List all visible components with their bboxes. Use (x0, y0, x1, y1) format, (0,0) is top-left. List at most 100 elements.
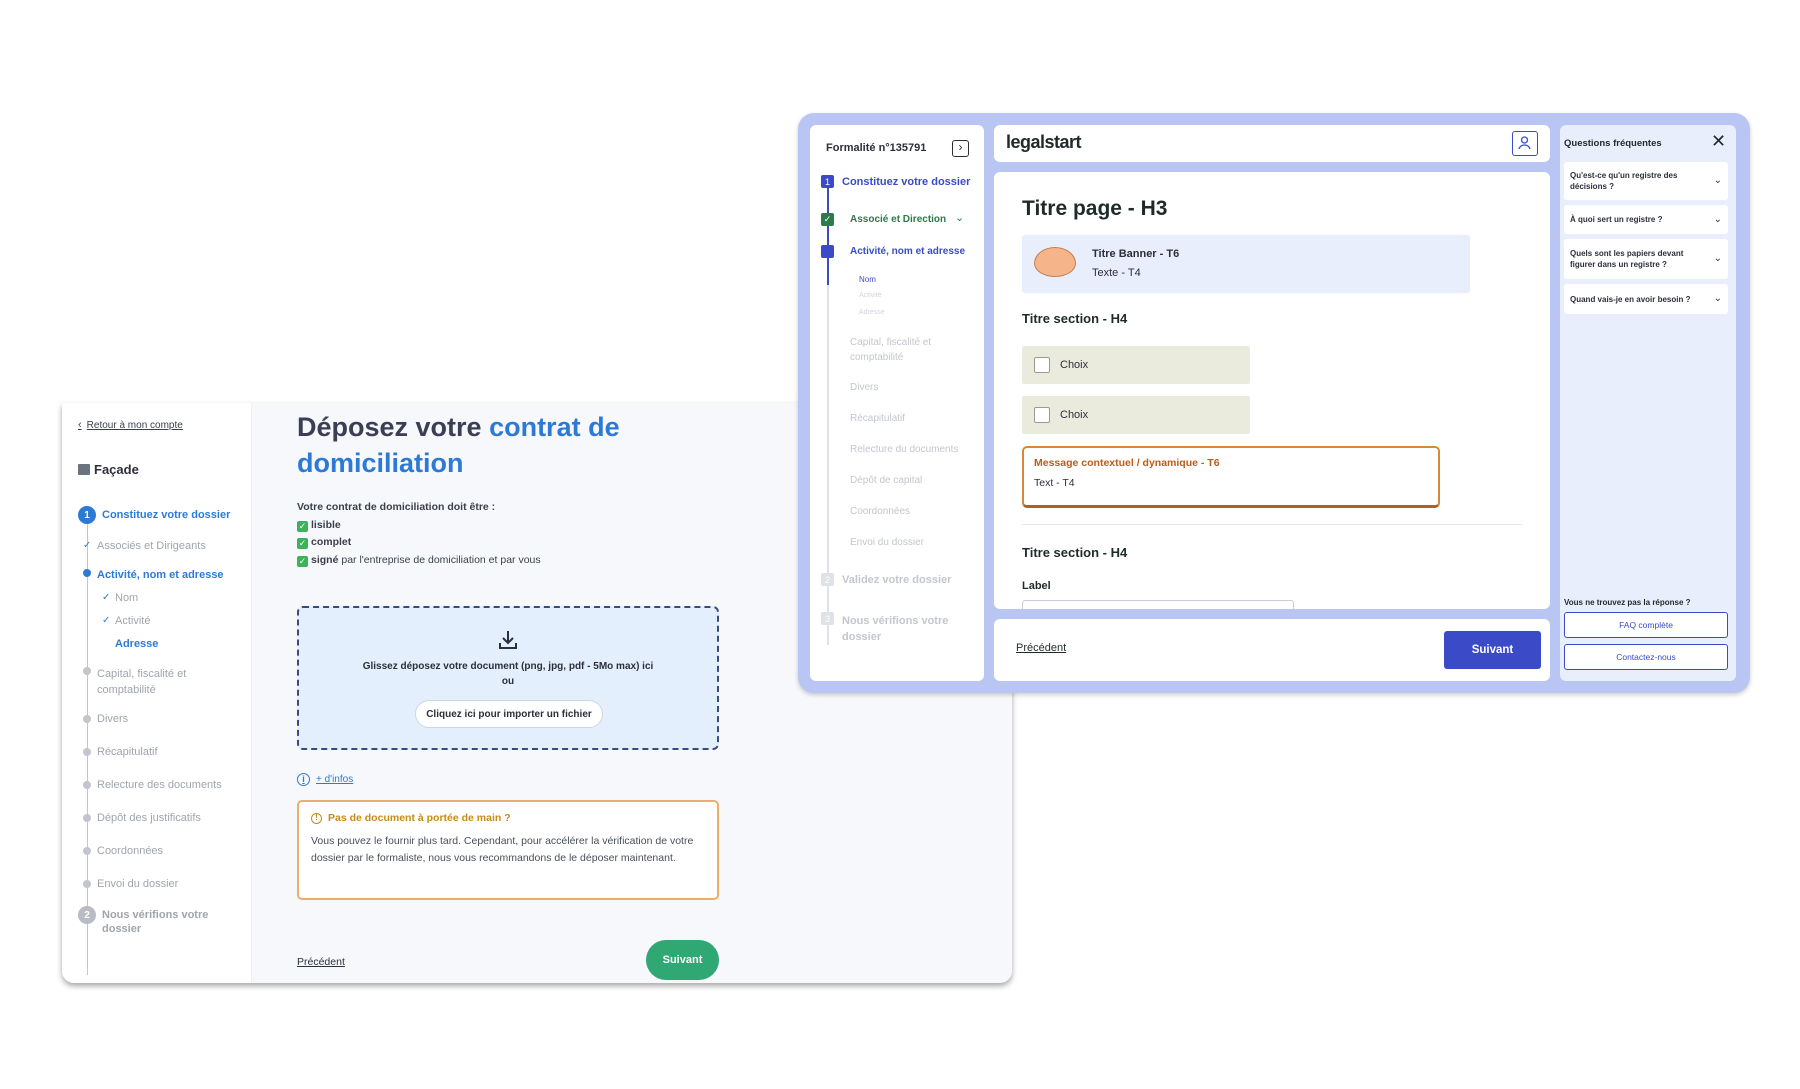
contact-button[interactable]: Contactez-nous (1564, 644, 1728, 670)
current-step-marker (821, 245, 834, 258)
section-title: Titre section - H4 (1022, 545, 1128, 560)
user-icon[interactable] (1512, 131, 1538, 156)
substep-nom[interactable]: Nom (859, 275, 876, 284)
legalstart-logo[interactable]: legalstart (1006, 132, 1082, 153)
substep-activite[interactable]: Activité (859, 292, 882, 299)
warning-box: ! Pas de document à portée de main ? Vous… (297, 800, 719, 900)
checkbox[interactable] (1034, 407, 1050, 423)
front-screen: Formalité n°135791 › 1 Constituez votre … (798, 113, 1750, 693)
faq-item[interactable]: À quoi sert un registre ? ⌄ (1564, 205, 1728, 234)
step-constituez[interactable]: Constituez votre dossier (842, 176, 970, 188)
checkbox[interactable] (1034, 357, 1050, 373)
file-dropzone[interactable]: Glissez déposez votre document (png, jpg… (297, 606, 719, 750)
banner-text: Texte - T4 (1092, 267, 1141, 279)
back-to-account-link[interactable]: ‹ Retour à mon compte (78, 419, 183, 431)
step-number-2: 2 (78, 906, 96, 924)
step-coordonnees[interactable]: Coordonnées (97, 845, 163, 857)
faq-item[interactable]: Quels sont les papiers devant figurer da… (1564, 239, 1728, 279)
formality-sidebar: Formalité n°135791 › 1 Constituez votre … (810, 125, 984, 681)
checkmark-icon: ✓ (297, 520, 308, 532)
step-capital[interactable]: Capital, fiscalité et comptabilité (850, 335, 968, 365)
step-depot[interactable]: Dépôt des justificatifs (97, 812, 201, 824)
step-activite-nom-adresse[interactable]: Activité, nom et adresse (850, 246, 965, 257)
step-associe-direction[interactable]: Associé et Direction (850, 214, 946, 225)
banner-card: Titre Banner - T6 Texte - T4 (1022, 235, 1470, 293)
import-file-button[interactable]: Cliquez ici pour importer un fichier (415, 700, 603, 728)
step-verification[interactable]: Nous vérifions votre dossier (102, 908, 222, 936)
info-icon: i (297, 773, 310, 786)
collapse-chevron-icon[interactable]: › (952, 140, 969, 157)
step-number-1: 1 (78, 506, 96, 524)
step-dot (83, 748, 91, 756)
step-dot (83, 667, 91, 675)
warning-body: Vous pouvez le fournir plus tard. Cepend… (311, 835, 694, 864)
requirements-block: Votre contrat de domiciliation doit être… (297, 499, 541, 569)
faq-title: Questions fréquentes (1564, 138, 1662, 149)
next-button[interactable]: Suivant (1444, 631, 1541, 669)
checkmark-icon: ✓ (297, 538, 308, 549)
page-title: Titre page - H3 (1022, 197, 1168, 220)
checkmark-icon: ✓ (297, 555, 308, 567)
step-activite-nom-adresse[interactable]: Activité, nom et adresse (97, 569, 224, 581)
step-divers[interactable]: Divers (850, 382, 878, 393)
substep-nom[interactable]: Nom (115, 592, 138, 604)
requirement-item: ✓ lisible (297, 518, 341, 532)
app-header: legalstart (994, 125, 1550, 162)
section-title: Titre section - H4 (1022, 311, 1128, 326)
choice-option[interactable]: Choix (1022, 346, 1250, 384)
step-capital[interactable]: Capital, fiscalité et comptabilité (97, 666, 227, 698)
step-relecture[interactable]: Relecture du documents (850, 444, 958, 455)
text-input[interactable] (1022, 600, 1294, 609)
step-nous-verifions[interactable]: Nous vérifions votre dossier (842, 613, 972, 645)
step-dot (83, 715, 91, 723)
warning-title: Pas de document à portée de main ? (328, 812, 511, 824)
substep-adresse[interactable]: Adresse (115, 638, 158, 650)
chevron-down-icon: ⌄ (1713, 175, 1722, 186)
step-depot-capital[interactable]: Dépôt de capital (850, 475, 922, 486)
chevron-down-icon: ⌄ (1713, 293, 1722, 304)
check-icon: ✓ (821, 213, 834, 226)
requirements-intro: Votre contrat de domiciliation doit être… (297, 501, 496, 513)
stepper-line (827, 285, 829, 645)
faq-item[interactable]: Qu'est-ce qu'un registre des décisions ?… (1564, 162, 1728, 200)
choice-option[interactable]: Choix (1022, 396, 1250, 434)
drop-or: ou (501, 676, 515, 687)
banner-title: Titre Banner - T6 (1092, 248, 1180, 260)
check-icon: ✓ (83, 540, 92, 551)
faq-full-button[interactable]: FAQ complète (1564, 612, 1728, 638)
footer-bar: Précédent Suivant (994, 619, 1550, 681)
faq-item[interactable]: Quand vais-je en avoir besoin ? ⌄ (1564, 284, 1728, 314)
previous-link[interactable]: Précédent (1016, 642, 1066, 654)
main-content: Titre page - H3 Titre Banner - T6 Texte … (994, 172, 1550, 609)
previous-link[interactable]: Précédent (297, 956, 345, 968)
divider (1022, 524, 1522, 525)
formality-number: Formalité n°135791 (826, 142, 927, 154)
close-icon[interactable]: ✕ (1711, 131, 1726, 152)
building-icon (78, 464, 90, 475)
substep-activite[interactable]: Activité (115, 615, 150, 627)
step-coordonnees[interactable]: Coordonnées (850, 506, 910, 517)
step-recapitulatif[interactable]: Récapitulatif (97, 746, 158, 758)
step-recapitulatif[interactable]: Récapitulatif (850, 413, 905, 424)
company-name: Façade (78, 462, 139, 477)
more-info-link[interactable]: i + d'infos (297, 773, 353, 786)
step-divers[interactable]: Divers (97, 713, 128, 725)
contextual-title: Message contextuel / dynamique - T6 (1034, 457, 1220, 469)
step-validez[interactable]: Validez votre dossier (842, 574, 951, 586)
step-dot (83, 814, 91, 822)
requirement-item: ✓ signé par l'entreprise de domiciliation… (297, 553, 541, 567)
substep-adresse[interactable]: Adresse (859, 309, 885, 316)
chevron-down-icon[interactable]: ⌄ (955, 211, 964, 224)
step-envoi[interactable]: Envoi du dossier (97, 878, 178, 890)
contextual-text: Text - T4 (1034, 477, 1075, 489)
step-envoi[interactable]: Envoi du dossier (850, 537, 924, 548)
next-button[interactable]: Suivant (646, 940, 719, 980)
alert-icon: ! (311, 812, 322, 824)
check-icon: ✓ (102, 592, 111, 603)
step-associes[interactable]: Associés et Dirigeants (97, 540, 206, 552)
faq-missing-text: Vous ne trouvez pas la réponse ? (1564, 598, 1691, 607)
check-icon: ✓ (102, 615, 111, 626)
step-number-1: 1 (821, 175, 834, 188)
step-constituez[interactable]: Constituez votre dossier (102, 509, 230, 521)
step-relecture[interactable]: Relecture des documents (97, 779, 222, 791)
